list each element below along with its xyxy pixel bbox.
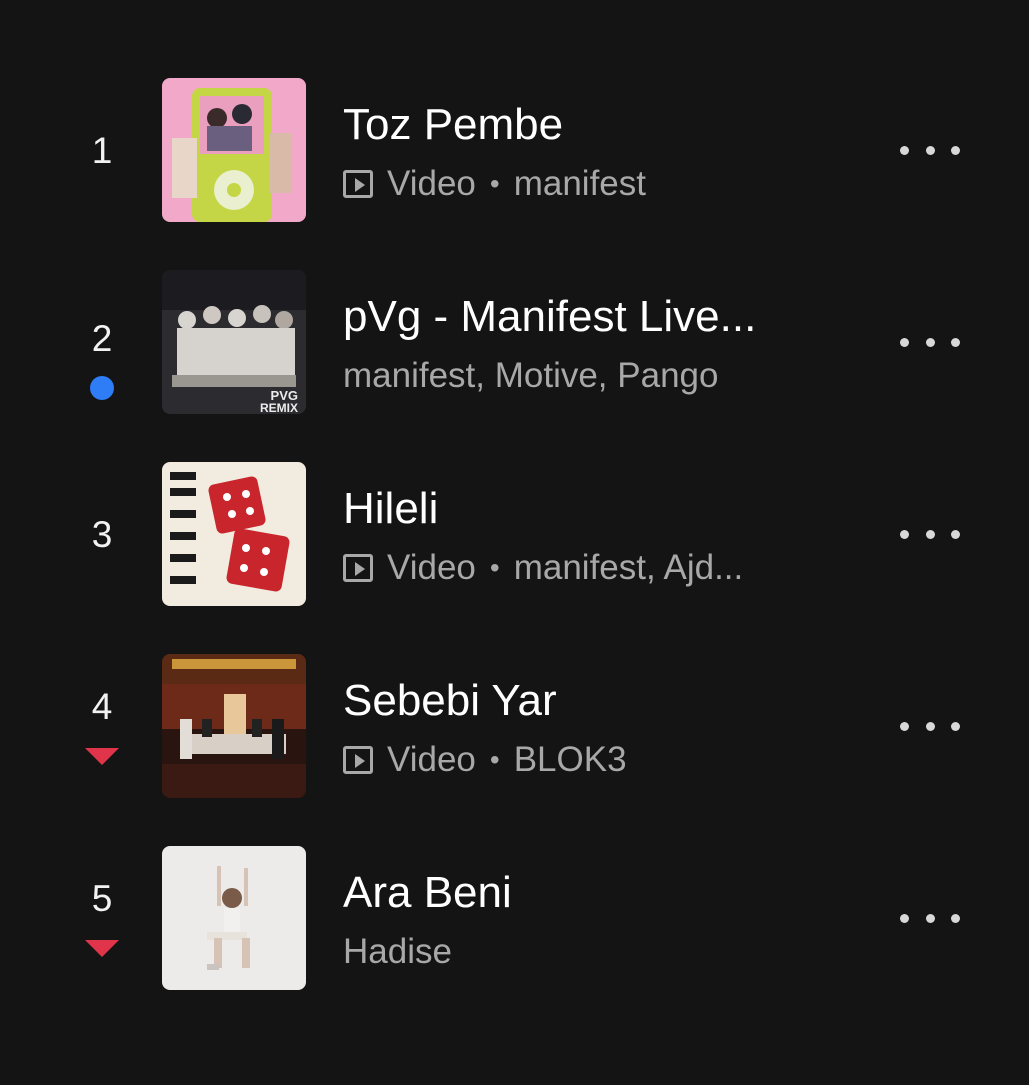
more-dot-icon [951, 337, 960, 347]
more-options-button[interactable] [900, 906, 960, 930]
more-dot-icon [925, 337, 935, 347]
chart-down-arrow-icon [85, 748, 119, 765]
list-item[interactable]: 4 Sebebi Yar Video • BLOK3 [0, 630, 1029, 822]
album-art[interactable] [162, 462, 306, 606]
rank-number: 4 [91, 686, 113, 727]
rank-number: 5 [91, 878, 113, 919]
track-title[interactable]: Ara Beni [343, 868, 512, 918]
video-label: Video [387, 740, 476, 779]
track-subtitle: Video • manifest [343, 164, 646, 204]
track-title[interactable]: Sebebi Yar [343, 676, 557, 726]
artist-names: BLOK3 [513, 740, 627, 779]
album-art[interactable] [162, 78, 306, 222]
track-title[interactable]: Toz Pembe [343, 100, 563, 150]
more-dot-icon [925, 913, 935, 923]
new-entry-dot-icon [90, 376, 114, 400]
separator: • [489, 552, 500, 583]
separator: • [489, 168, 500, 199]
track-subtitle: Video • BLOK3 [343, 740, 627, 780]
more-dot-icon [951, 529, 960, 539]
more-options-button[interactable] [900, 138, 960, 162]
more-options-button[interactable] [900, 330, 960, 354]
video-label: Video [387, 548, 476, 587]
list-item[interactable]: 2 PVG REMIX pVg - Manifest Live... manif… [0, 246, 1029, 438]
svg-text:REMIX: REMIX [260, 401, 298, 414]
artist-names: manifest, Motive, Pango [343, 356, 719, 395]
more-dot-icon [900, 721, 909, 731]
list-item[interactable]: 5 Ara Beni Hadise [0, 822, 1029, 1014]
list-item[interactable]: 3 Hileli Video • manifest, Ajd... [0, 438, 1029, 630]
more-dot-icon [900, 337, 909, 347]
more-dot-icon [925, 721, 935, 731]
rank-number: 2 [91, 318, 113, 359]
album-art[interactable]: PVG REMIX [162, 270, 306, 414]
video-label: Video [387, 164, 476, 203]
video-icon [343, 554, 373, 582]
track-list: 1 Toz Pembe Video • manifest 2 PVG REMIX… [0, 54, 1029, 1014]
more-dot-icon [900, 145, 909, 155]
album-art[interactable] [162, 846, 306, 990]
album-art[interactable] [162, 654, 306, 798]
track-subtitle: Hadise [343, 932, 452, 972]
more-options-button[interactable] [900, 714, 960, 738]
separator: • [489, 744, 500, 775]
chart-down-arrow-icon [85, 940, 119, 957]
artist-names: manifest, Ajd... [513, 548, 744, 587]
track-title[interactable]: Hileli [343, 484, 438, 534]
track-subtitle: manifest, Motive, Pango [343, 356, 718, 396]
more-dot-icon [900, 913, 909, 923]
more-dot-icon [951, 913, 960, 923]
more-dot-icon [925, 529, 935, 539]
rank-number: 3 [91, 514, 113, 555]
artist-names: Hadise [343, 932, 452, 971]
rank-number: 1 [91, 130, 113, 171]
more-dot-icon [951, 721, 960, 731]
track-subtitle: Video • manifest, Ajd... [343, 548, 743, 588]
more-dot-icon [925, 145, 935, 155]
artist-names: manifest [513, 164, 646, 203]
more-dot-icon [900, 529, 909, 539]
track-title[interactable]: pVg - Manifest Live... [343, 292, 756, 342]
list-item[interactable]: 1 Toz Pembe Video • manifest [0, 54, 1029, 246]
more-dot-icon [951, 145, 960, 155]
video-icon [343, 170, 373, 198]
video-icon [343, 746, 373, 774]
more-options-button[interactable] [900, 522, 960, 546]
